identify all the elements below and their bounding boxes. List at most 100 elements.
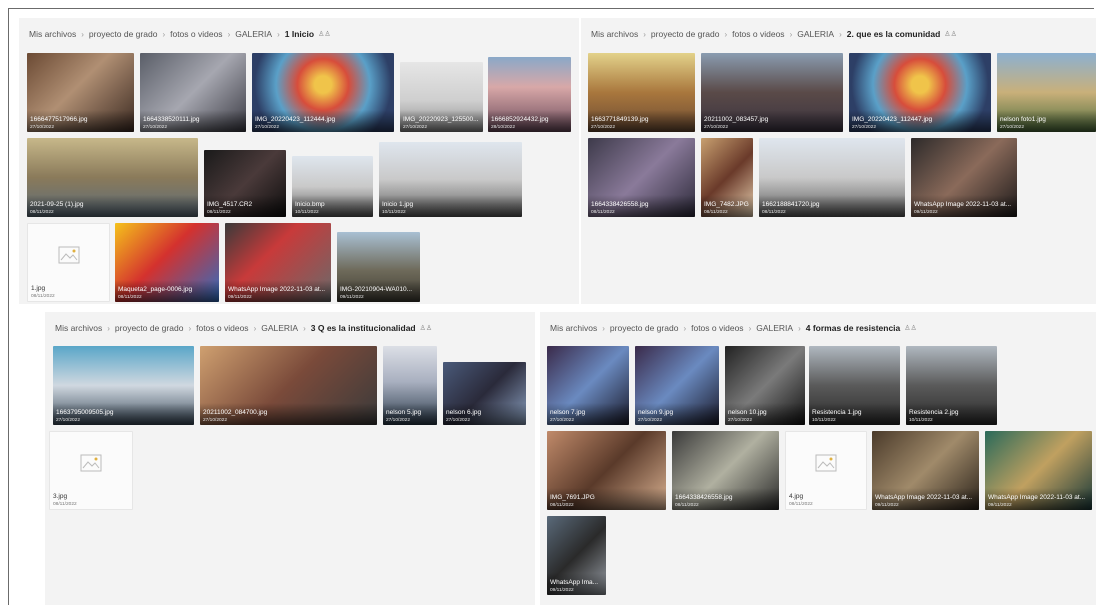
photo-tile[interactable]: 1663771849139.jpg 27/10/2022 — [588, 53, 695, 132]
chevron-right-icon: › — [303, 323, 306, 333]
photo-tile[interactable]: IMG_7482.JPG 08/11/2022 — [701, 138, 753, 217]
file-date: 27/10/2022 — [255, 125, 280, 130]
file-name: 1664338520111.jpg — [143, 116, 200, 123]
file-name: 1666852924432.jpg — [491, 116, 549, 123]
photo-tile-placeholder[interactable]: 4.jpg 08/11/2022 — [785, 431, 867, 510]
file-date: 08/11/2022 — [550, 503, 574, 508]
file-name: 1663771849139.jpg — [591, 116, 649, 123]
photo-tile[interactable]: WhatsApp Image 2022-11-03 at... 09/11/202… — [225, 223, 331, 302]
breadcrumb-item[interactable]: fotos o videos — [732, 29, 784, 39]
photo-tile[interactable]: IMG-20210904-WA010... 09/11/2022 — [337, 232, 420, 302]
photo-tile-placeholder[interactable]: 3.jpg 08/11/2022 — [49, 431, 133, 510]
breadcrumb-item[interactable]: proyecto de grado — [610, 323, 679, 333]
file-date: 09/11/2022 — [340, 295, 364, 300]
file-name: WhatsApp Ima... — [550, 579, 599, 586]
chevron-right-icon: › — [227, 29, 231, 39]
photo-tile[interactable]: 20211002_084700.jpg 27/10/2022 — [200, 346, 377, 425]
file-date: 27/10/2022 — [852, 125, 877, 130]
file-date: 27/10/2022 — [1000, 125, 1025, 130]
photo-tile[interactable]: WhatsApp Image 2022-11-03 at... 09/11/202… — [985, 431, 1092, 510]
file-name: nelson 9.jpg — [638, 409, 674, 416]
file-date: 08/11/2022 — [53, 502, 77, 507]
photo-tile[interactable]: 1664338426558.jpg 08/11/2022 — [672, 431, 779, 510]
breadcrumb-item[interactable]: GALERIA — [756, 323, 793, 333]
file-name: 20211002_084700.jpg — [203, 409, 268, 416]
file-name: nelson 5.jpg — [386, 409, 422, 416]
breadcrumb-current: 4 formas de resistencia — [805, 323, 901, 333]
file-date: 09/11/2022 — [988, 503, 1012, 508]
photo-tile[interactable]: nelson 9.jpg 27/10/2022 — [635, 346, 719, 425]
photo-tile[interactable]: nelson 10.jpg 27/10/2022 — [725, 346, 805, 425]
photo-tile[interactable]: Inicio 1.jpg 10/11/2022 — [379, 142, 522, 217]
photo-tile[interactable]: nelson 6.jpg 27/10/2022 — [443, 362, 526, 425]
photo-tile[interactable]: Inicio.bmp 10/11/2022 — [292, 156, 373, 217]
file-date: 08/11/2022 — [30, 210, 54, 215]
file-name: 3.jpg — [53, 493, 68, 500]
breadcrumb-item[interactable]: proyecto de grado — [115, 323, 184, 333]
photo-tile[interactable]: nelson 7.jpg 27/10/2022 — [547, 346, 629, 425]
photo-tile[interactable]: 1666852924432.jpg 28/10/2022 — [488, 57, 571, 132]
breadcrumb-item[interactable]: Mis archivos — [550, 323, 597, 333]
breadcrumb-item[interactable]: GALERIA — [797, 29, 834, 39]
file-name: IMG_20220423_112447.jpg — [852, 116, 933, 123]
file-date: 27/10/2022 — [638, 418, 663, 423]
file-name: IMG_4517.CR2 — [207, 201, 253, 208]
photo-tile[interactable]: 1666477517966.jpg 27/10/2022 — [27, 53, 134, 132]
photo-tile[interactable]: WhatsApp Image 2022-11-03 at... 09/11/202… — [872, 431, 979, 510]
photo-tile[interactable]: Resistencia 2.jpg 10/11/2022 — [906, 346, 997, 425]
photo-tile[interactable]: WhatsApp Image 2022-11-03 at... 09/11/202… — [911, 138, 1017, 217]
breadcrumb-item[interactable]: fotos o videos — [170, 29, 222, 39]
photo-tile[interactable]: nelson foto1.jpg 27/10/2022 — [997, 53, 1096, 132]
file-date: 27/10/2022 — [56, 418, 81, 423]
breadcrumb-item[interactable]: Mis archivos — [591, 29, 638, 39]
breadcrumb-item[interactable]: Mis archivos — [55, 323, 102, 333]
file-date: 27/10/2022 — [591, 125, 616, 130]
file-date: 27/10/2022 — [728, 418, 753, 423]
photo-tile[interactable]: IMG_7691.JPG 08/11/2022 — [547, 431, 666, 510]
photo-tile[interactable]: IMG_20220423_112447.jpg 27/10/2022 — [849, 53, 991, 132]
breadcrumb-item[interactable]: proyecto de grado — [89, 29, 158, 39]
breadcrumb-current: 1 Inicio — [284, 29, 315, 39]
file-date: 10/11/2022 — [295, 210, 319, 215]
breadcrumb-item[interactable]: GALERIA — [235, 29, 272, 39]
chevron-right-icon: › — [724, 29, 728, 39]
file-name: WhatsApp Image 2022-11-03 at... — [914, 201, 1012, 208]
file-name: IMG_20220923_125500... — [403, 116, 479, 123]
photo-tile[interactable]: 1664338520111.jpg 27/10/2022 — [140, 53, 246, 132]
file-name: IMG-20210904-WA010... — [340, 286, 413, 293]
chevron-right-icon: › — [643, 29, 646, 39]
file-name: 2021-09-25 (1).jpg — [30, 201, 84, 208]
chevron-right-icon: › — [748, 323, 752, 333]
photo-tile[interactable]: IMG_20220423_112444.jpg 27/10/2022 — [252, 53, 394, 132]
file-date: 08/11/2022 — [704, 210, 728, 215]
chevron-right-icon: › — [602, 323, 605, 333]
shared-people-icon: ♙♙ — [318, 31, 331, 38]
photo-tile[interactable]: nelson 5.jpg 27/10/2022 — [383, 346, 437, 425]
photo-tile[interactable]: 1664338426558.jpg 08/11/2022 — [588, 138, 695, 217]
file-name: 4.jpg — [789, 493, 804, 500]
file-date: 10/11/2022 — [812, 418, 836, 423]
photo-tile[interactable]: 20211002_083457.jpg 27/10/2022 — [701, 53, 843, 132]
photo-tile[interactable]: 1663795009505.jpg 27/10/2022 — [53, 346, 194, 425]
photo-tile[interactable]: 2021-09-25 (1).jpg 08/11/2022 — [27, 138, 198, 217]
file-name: 1662188841720.jpg — [762, 201, 820, 208]
breadcrumb-item[interactable]: GALERIA — [261, 323, 298, 333]
breadcrumb-item[interactable]: proyecto de grado — [651, 29, 720, 39]
file-date: 08/11/2022 — [118, 295, 142, 300]
breadcrumb-item[interactable]: Mis archivos — [29, 29, 76, 39]
breadcrumb-item[interactable]: fotos o videos — [196, 323, 248, 333]
chevron-right-icon: › — [253, 323, 257, 333]
photo-tile[interactable]: Maqueta2_page-0006.jpg 08/11/2022 — [115, 223, 219, 302]
file-date: 27/10/2022 — [704, 125, 729, 130]
photo-tile[interactable]: IMG_20220923_125500... 27/10/2022 — [400, 62, 483, 132]
shared-people-icon: ♙♙ — [419, 325, 433, 332]
photo-tile[interactable]: WhatsApp Ima... 09/11/2022 — [547, 516, 606, 595]
file-name: nelson 10.jpg — [728, 409, 767, 416]
photo-tile-placeholder[interactable]: 1.jpg 08/11/2022 — [27, 223, 110, 302]
photo-tile[interactable]: IMG_4517.CR2 08/11/2022 — [204, 150, 286, 217]
chevron-right-icon: › — [789, 29, 793, 39]
file-name: 1664338426558.jpg — [675, 494, 733, 501]
breadcrumb-item[interactable]: fotos o videos — [691, 323, 743, 333]
photo-tile[interactable]: Resistencia 1.jpg 10/11/2022 — [809, 346, 900, 425]
photo-tile[interactable]: 1662188841720.jpg 08/11/2022 — [759, 138, 905, 217]
